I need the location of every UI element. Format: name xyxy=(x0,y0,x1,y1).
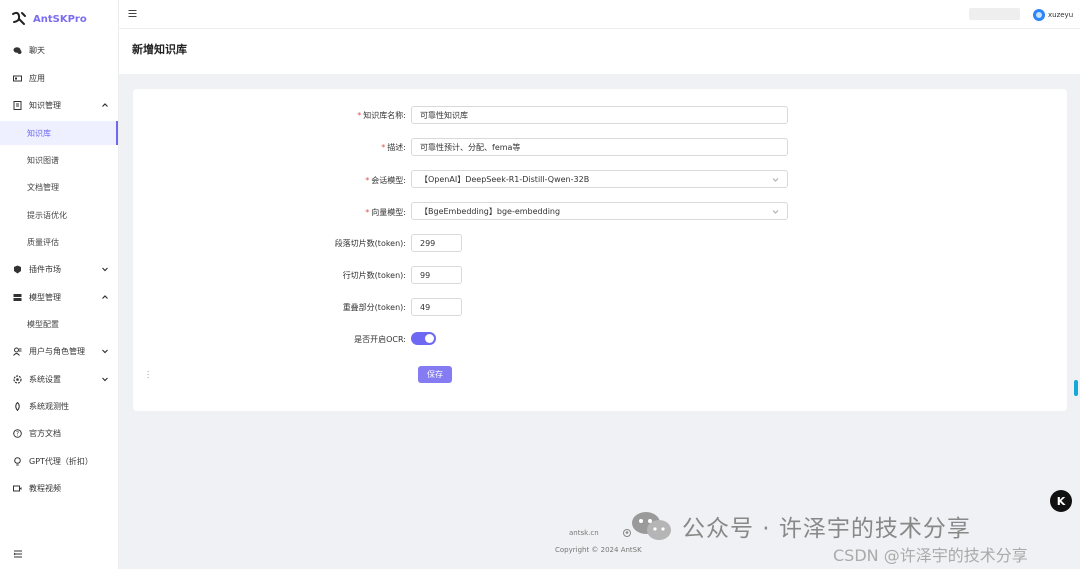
model-icon xyxy=(13,293,22,302)
paragraph-chunk-label: 段落切片数(token): xyxy=(334,239,406,248)
sidebar-item-label: 插件市场 xyxy=(29,264,61,274)
sidebar-item-apps[interactable]: 应用 xyxy=(0,66,118,90)
description-input[interactable]: 可靠性预计、分配、fema等 xyxy=(411,138,788,156)
scroll-indicator[interactable] xyxy=(1074,380,1078,396)
toggle-knob xyxy=(425,334,434,343)
line-chunk-input[interactable]: 99 xyxy=(411,266,462,284)
sidebar-item-label: 知识管理 xyxy=(29,100,61,110)
chevron-down-icon xyxy=(102,377,108,382)
question-icon: ? xyxy=(13,428,22,438)
avatar[interactable] xyxy=(1033,9,1045,21)
page-header: 新增知识库 xyxy=(119,29,1080,74)
sidebar-item-knowledge[interactable]: 知识管理 xyxy=(0,93,118,117)
name-label: * 知识库名称: xyxy=(357,111,406,120)
sidebar-item-label: GPT代理（折扣） xyxy=(29,456,93,466)
chevron-down-icon xyxy=(772,210,779,214)
users-icon xyxy=(13,347,22,356)
line-chunk-label: 行切片数(token): xyxy=(342,271,406,280)
username[interactable]: xuzeyu xyxy=(1048,11,1073,19)
required-mark: * xyxy=(365,208,370,217)
overlap-label: 重叠部分(token): xyxy=(342,303,406,312)
watermark-csdn: CSDN @许泽宇的技术分享 xyxy=(833,546,1028,565)
ocr-label: 是否开启OCR: xyxy=(354,335,406,344)
page-title: 新增知识库 xyxy=(132,43,187,56)
description-label: * 描述: xyxy=(381,143,406,152)
embedding-model-select[interactable]: 【BgeEmbedding】bge-embedding xyxy=(411,202,788,220)
sidebar-item-plugins[interactable]: 插件市场 xyxy=(0,257,118,281)
drag-handle-icon[interactable]: · · · xyxy=(147,369,151,382)
chat-model-label: * 会话模型: xyxy=(365,176,406,185)
sidebar-item-chat[interactable]: 聊天 xyxy=(0,38,118,62)
gear-icon xyxy=(13,374,22,384)
sidebar-item-models[interactable]: 模型管理 xyxy=(0,285,118,309)
sidebar-subitem-label: 模型配置 xyxy=(27,319,59,329)
video-icon xyxy=(13,484,22,493)
chat-icon xyxy=(13,46,22,55)
svg-text:?: ? xyxy=(16,430,19,437)
sidebar-item-users-roles[interactable]: 用户与角色管理 xyxy=(0,339,118,363)
k-badge-icon[interactable]: K xyxy=(1050,490,1072,512)
sidebar-subitem-prompt-optimization[interactable]: 提示语优化 xyxy=(0,203,118,227)
sidebar-subitem-label: 质量评估 xyxy=(27,237,59,247)
knowledge-base-form: * 知识库名称: 可靠性知识库 * 描述: 可靠性预计、分配、fema等 * 会话模型… xyxy=(133,89,1067,411)
sidebar-subitem-label: 知识库 xyxy=(27,128,51,138)
sidebar-item-label: 官方文档 xyxy=(29,428,61,438)
wechat-icon xyxy=(632,512,671,540)
name-input[interactable]: 可靠性知识库 xyxy=(411,106,788,124)
plugin-icon xyxy=(13,265,22,274)
menu-toggle-icon[interactable] xyxy=(128,9,137,18)
sidebar-item-label: 应用 xyxy=(29,73,45,83)
sidebar-item-official-docs[interactable]: ? 官方文档 xyxy=(0,421,118,445)
sidebar: AntSKPro 聊天 应用 知识管理 知识库 知识图谱 文档管理 提示语优化 … xyxy=(0,0,119,569)
footer-link[interactable]: antsk.cn xyxy=(569,529,599,537)
ocr-toggle[interactable] xyxy=(411,332,436,345)
sidebar-subitem-label: 文档管理 xyxy=(27,182,59,192)
sidebar-item-label: 系统观测性 xyxy=(29,401,69,411)
app-icon xyxy=(13,74,22,83)
required-mark: * xyxy=(365,176,370,185)
app-logo[interactable]: AntSKPro xyxy=(10,10,87,28)
chat-model-select[interactable]: 【OpenAI】DeepSeek-R1-Distill-Qwen-32B xyxy=(411,170,788,188)
required-mark: * xyxy=(357,111,362,120)
book-icon xyxy=(13,100,22,110)
app-name: AntSKPro xyxy=(33,13,87,25)
sidebar-item-label: 聊天 xyxy=(29,45,45,55)
sidebar-item-tutorial-videos[interactable]: 教程视频 xyxy=(0,476,118,500)
sidebar-item-observability[interactable]: 系统观测性 xyxy=(0,394,118,418)
required-mark: * xyxy=(381,143,386,152)
embedding-model-label: * 向量模型: xyxy=(365,208,406,217)
sidebar-item-label: 用户与角色管理 xyxy=(29,346,85,356)
sidebar-subitem-quality-evaluation[interactable]: 质量评估 xyxy=(0,230,118,254)
bulb-icon xyxy=(13,456,22,466)
save-button[interactable]: 保存 xyxy=(418,366,452,383)
paragraph-chunk-input[interactable]: 299 xyxy=(411,234,462,252)
chevron-up-icon xyxy=(102,103,108,107)
sidebar-item-gpt-proxy[interactable]: GPT代理（折扣） xyxy=(0,449,118,473)
sidebar-subitem-documents[interactable]: 文档管理 xyxy=(0,175,118,199)
overlap-input[interactable]: 49 xyxy=(411,298,462,316)
sidebar-item-label: 模型管理 xyxy=(29,292,61,302)
sidebar-subitem-knowledge-base[interactable]: 知识库 xyxy=(0,121,118,145)
watermark-main: 公众号 · 许泽宇的技术分享 xyxy=(682,516,971,542)
sidebar-subitem-label: 知识图谱 xyxy=(27,155,59,165)
chevron-down-icon xyxy=(102,349,108,354)
chevron-down-icon xyxy=(102,267,108,272)
menu-collapse-icon[interactable] xyxy=(13,549,23,559)
sidebar-item-system-settings[interactable]: 系统设置 xyxy=(0,367,118,391)
sidebar-subitem-label: 提示语优化 xyxy=(27,210,67,220)
antsk-logo-icon xyxy=(12,11,26,25)
top-bar: xuzeyu xyxy=(119,0,1080,29)
chevron-down-icon xyxy=(772,178,779,182)
footer-copyright: Copyright © 2024 AntSK xyxy=(555,546,642,554)
sidebar-item-label: 教程视频 xyxy=(29,483,61,493)
sidebar-subitem-model-config[interactable]: 模型配置 xyxy=(0,312,118,336)
sidebar-item-label: 系统设置 xyxy=(29,374,61,384)
header-search-box[interactable] xyxy=(969,8,1020,20)
sidebar-subitem-knowledge-graph[interactable]: 知识图谱 xyxy=(0,148,118,172)
eye-icon xyxy=(13,401,22,411)
chevron-up-icon xyxy=(102,295,108,299)
